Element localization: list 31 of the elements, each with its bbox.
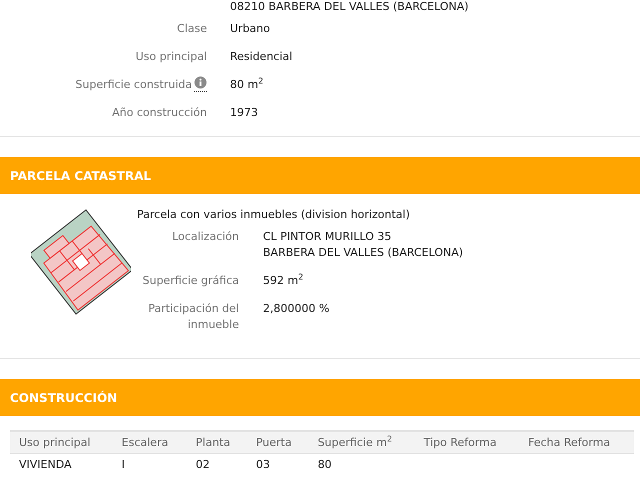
field-value: Urbano xyxy=(230,22,270,34)
field-value: BARBERA DEL VALLES (BARCELONA) xyxy=(263,245,464,261)
field-value: 1973 xyxy=(230,106,258,118)
field-label: Clase xyxy=(177,22,207,34)
field-label: Superficie construida xyxy=(75,78,192,90)
parcel-description: Parcela con varios inmuebles (division horizontal) xyxy=(137,208,411,221)
field-value: 2,800000 % xyxy=(263,301,330,317)
table-cell: 03 xyxy=(246,454,309,474)
column-header: Planta xyxy=(186,431,247,454)
table-cell: VIVIENDA xyxy=(10,454,113,474)
field-label: Participación del inmueble xyxy=(147,301,239,333)
table-cell: 80 xyxy=(308,454,415,474)
column-header: Puerta xyxy=(246,431,309,454)
field-label: Superficie gráfica xyxy=(142,273,239,289)
address-text: 08210 BARBERA DEL VALLES (BARCELONA) xyxy=(230,0,469,13)
column-header: Tipo Reforma xyxy=(414,431,520,454)
column-header: Fecha Reforma xyxy=(519,431,634,454)
table-cell: 02 xyxy=(186,454,247,474)
field-value: CL PINTOR MURILLO 35 xyxy=(263,229,392,245)
field-value: 592 m$^{2}$ xyxy=(263,273,304,289)
section-header: CONSTRUCCIÓN xyxy=(0,379,640,416)
field-value: 80 m$^{2}$ xyxy=(230,78,264,90)
table-cell: I xyxy=(112,454,187,474)
column-header: Escalera xyxy=(112,431,187,454)
field-label: Uso principal xyxy=(136,50,207,62)
field-label: Localización xyxy=(171,229,239,245)
section-header: PARCELA CATASTRAL xyxy=(0,157,640,194)
column-header: Superficie m$^{2}$ xyxy=(308,431,415,454)
field-label: Año construcción xyxy=(112,106,207,118)
column-header: Uso principal xyxy=(10,431,113,454)
field-value: Residencial xyxy=(230,50,292,62)
